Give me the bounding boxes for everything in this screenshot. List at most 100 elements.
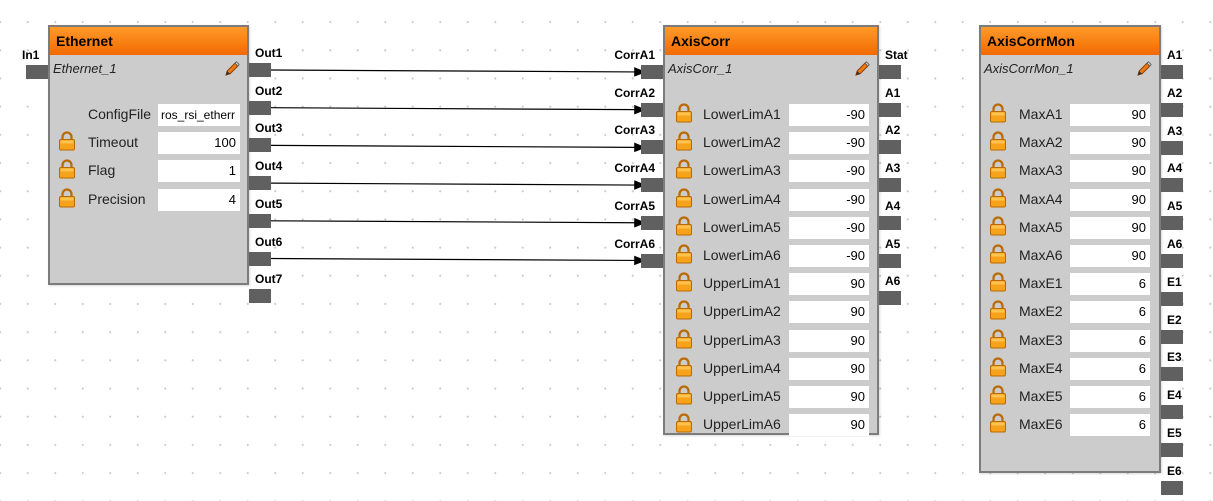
param-value-field[interactable]: 4 bbox=[158, 188, 240, 211]
output-port-label: A1 bbox=[1167, 48, 1183, 62]
axiscorr-input-port[interactable] bbox=[641, 215, 663, 230]
ethernet-output-port[interactable] bbox=[249, 251, 271, 266]
param-value-field[interactable]: 90 bbox=[1070, 160, 1150, 183]
connection-wire[interactable] bbox=[270, 104, 647, 115]
ethernet-block[interactable]: Ethernet Ethernet_1 ConfigFile ros_rsi_et… bbox=[48, 25, 249, 285]
param-label: MaxE5 bbox=[1019, 388, 1063, 404]
connection-wire[interactable] bbox=[270, 180, 647, 190]
ethernet-output-port[interactable] bbox=[249, 100, 271, 115]
pencil-icon[interactable] bbox=[1135, 60, 1153, 78]
output-port-label: E5 bbox=[1167, 426, 1182, 440]
pencil-icon[interactable] bbox=[853, 60, 871, 78]
param-value-field[interactable]: 90 bbox=[789, 414, 869, 437]
axiscorrmon-output-port[interactable] bbox=[1161, 443, 1183, 457]
param-value-field[interactable]: 90 bbox=[1070, 132, 1150, 155]
param-label: MaxE2 bbox=[1019, 303, 1063, 320]
axiscorrmon-output-port[interactable] bbox=[1161, 329, 1183, 344]
param-value-field[interactable]: ros_rsi_etherr bbox=[158, 104, 240, 126]
axiscorr-input-port[interactable] bbox=[641, 140, 663, 155]
output-port-label: Stat bbox=[885, 48, 908, 62]
param-value-field[interactable]: -90 bbox=[789, 160, 869, 183]
ethernet-input-port[interactable] bbox=[26, 65, 48, 79]
param-value-field[interactable]: 90 bbox=[1070, 188, 1150, 211]
param-value-field[interactable]: 100 bbox=[158, 132, 240, 155]
axiscorr-output-port[interactable] bbox=[879, 253, 901, 268]
pencil-icon[interactable] bbox=[223, 60, 241, 78]
axiscorr-input-port[interactable] bbox=[641, 65, 663, 79]
block-instance-name: AxisCorr_1 bbox=[668, 61, 733, 76]
output-port-label: A2 bbox=[1167, 85, 1183, 100]
param-value-field[interactable]: -90 bbox=[789, 188, 869, 211]
axiscorr-output-port[interactable] bbox=[879, 178, 901, 193]
lock-icon bbox=[675, 216, 693, 236]
block-title[interactable]: AxisCorr bbox=[665, 27, 877, 55]
param-value-field[interactable]: 90 bbox=[789, 329, 869, 352]
param-value-field[interactable]: 90 bbox=[1070, 245, 1150, 267]
axiscorr-input-port[interactable] bbox=[641, 178, 663, 193]
param-label: MaxE1 bbox=[1019, 275, 1063, 292]
axiscorr-input-port[interactable] bbox=[641, 253, 663, 268]
output-port-label: A4 bbox=[885, 198, 901, 213]
param-value-field[interactable]: 6 bbox=[1070, 273, 1150, 296]
param-value-field[interactable]: 90 bbox=[1070, 104, 1150, 126]
block-title[interactable]: Ethernet bbox=[50, 27, 247, 55]
param-value-field[interactable]: 90 bbox=[789, 357, 869, 380]
param-label: UpperLimA5 bbox=[703, 388, 781, 404]
output-port-label: E4 bbox=[1167, 388, 1182, 403]
output-port-label: Out4 bbox=[255, 159, 283, 174]
ethernet-output-port[interactable] bbox=[249, 176, 271, 191]
lock-icon bbox=[989, 329, 1007, 349]
block-title[interactable]: AxisCorrMon bbox=[981, 27, 1159, 55]
axiscorr-output-port[interactable] bbox=[879, 65, 901, 79]
output-port-label: E3 bbox=[1167, 350, 1182, 365]
connection-wire[interactable] bbox=[270, 67, 647, 77]
output-port-label: Out1 bbox=[255, 46, 283, 60]
axiscorr-input-port[interactable] bbox=[641, 102, 663, 117]
axiscorrmon-output-port[interactable] bbox=[1161, 405, 1183, 420]
param-value-field[interactable]: -90 bbox=[789, 245, 869, 267]
param-value-field[interactable]: 90 bbox=[789, 301, 869, 324]
param-value-field[interactable]: 6 bbox=[1070, 414, 1150, 437]
axiscorrmon-output-port[interactable] bbox=[1161, 291, 1183, 306]
axiscorr-output-port[interactable] bbox=[879, 215, 901, 230]
param-value-field[interactable]: 90 bbox=[789, 386, 869, 408]
param-value-field[interactable]: 6 bbox=[1070, 386, 1150, 408]
axiscorrmon-output-port[interactable] bbox=[1161, 254, 1183, 268]
param-label: MaxE4 bbox=[1019, 359, 1063, 376]
param-value-field[interactable]: 6 bbox=[1070, 357, 1150, 380]
lock-icon bbox=[675, 103, 693, 123]
param-label: MaxA2 bbox=[1019, 134, 1063, 151]
output-port-label: A5 bbox=[1167, 199, 1183, 214]
axiscorrmon-block[interactable]: AxisCorrMon AxisCorrMon_1 MaxA1 90 MaxA2 90… bbox=[979, 25, 1161, 473]
ethernet-output-port[interactable] bbox=[249, 138, 271, 153]
axiscorrmon-output-port[interactable] bbox=[1161, 480, 1183, 495]
param-value-field[interactable]: 90 bbox=[1070, 216, 1150, 239]
axiscorrmon-output-port[interactable] bbox=[1161, 140, 1183, 155]
lock-icon bbox=[989, 357, 1007, 377]
ethernet-output-port[interactable] bbox=[249, 289, 271, 304]
axiscorrmon-output-port[interactable] bbox=[1161, 367, 1183, 382]
param-value-field[interactable]: 6 bbox=[1070, 329, 1150, 352]
axiscorr-output-port[interactable] bbox=[879, 102, 901, 117]
param-value-field[interactable]: 6 bbox=[1070, 301, 1150, 324]
connection-wire[interactable] bbox=[270, 255, 647, 266]
axiscorr-output-port[interactable] bbox=[879, 291, 901, 306]
param-value-field[interactable]: -90 bbox=[789, 132, 869, 155]
lock-icon bbox=[989, 159, 1007, 179]
param-value-field[interactable]: -90 bbox=[789, 104, 869, 126]
axiscorrmon-output-port[interactable] bbox=[1161, 178, 1183, 193]
axiscorr-block[interactable]: AxisCorr AxisCorr_1 LowerLimA1 -90 LowerLi… bbox=[663, 25, 879, 437]
ethernet-output-port[interactable] bbox=[249, 63, 271, 77]
axiscorrmon-output-port[interactable] bbox=[1161, 65, 1183, 79]
connection-wire[interactable] bbox=[270, 142, 647, 153]
param-value-field[interactable]: 90 bbox=[789, 273, 869, 296]
connection-wire[interactable] bbox=[270, 217, 647, 228]
axiscorrmon-output-port[interactable] bbox=[1161, 102, 1183, 117]
ethernet-output-port[interactable] bbox=[249, 213, 271, 228]
param-value-field[interactable]: 1 bbox=[158, 160, 240, 183]
axiscorr-output-port[interactable] bbox=[879, 140, 901, 155]
lock-icon bbox=[675, 329, 693, 349]
param-label: MaxA5 bbox=[1019, 218, 1063, 235]
axiscorrmon-output-port[interactable] bbox=[1161, 216, 1183, 231]
param-value-field[interactable]: -90 bbox=[789, 216, 869, 239]
